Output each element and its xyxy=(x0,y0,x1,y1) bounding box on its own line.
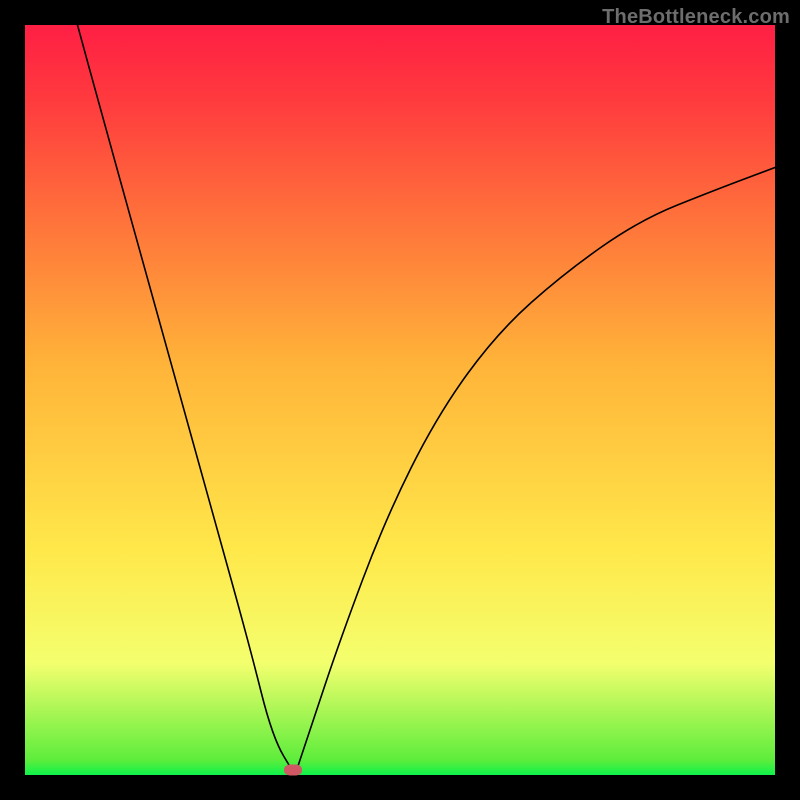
curve-left-branch xyxy=(78,25,296,775)
bottleneck-curve xyxy=(25,25,775,775)
watermark-text: TheBottleneck.com xyxy=(602,6,790,29)
plot-area xyxy=(25,25,775,775)
curve-right-branch xyxy=(295,168,775,776)
optimum-marker xyxy=(284,764,302,775)
chart-frame: TheBottleneck.com xyxy=(0,0,800,800)
